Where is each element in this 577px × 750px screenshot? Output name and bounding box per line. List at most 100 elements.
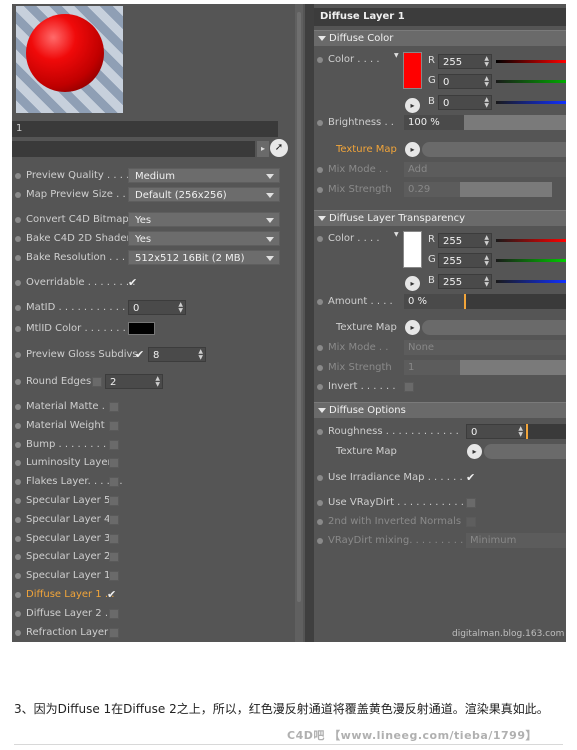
animate-dot-icon[interactable] [317,345,323,351]
animate-dot-icon[interactable] [317,384,323,390]
animate-dot-icon[interactable] [317,429,323,435]
invert-checkbox[interactable] [404,382,414,392]
brightness-slider[interactable] [464,115,566,130]
animate-dot-icon[interactable] [15,460,21,466]
layer-checkbox[interactable]: ✔ [107,589,117,600]
spinner-arrows-icon[interactable]: ▲ ▼ [518,426,523,438]
diffuse-color-swatch[interactable] [403,52,422,89]
amount-slider-handle[interactable] [464,294,466,309]
scrollbar-thumb[interactable] [297,12,301,602]
roughness-slider-handle[interactable] [526,424,528,439]
animate-dot-icon[interactable] [317,475,323,481]
spinner-arrows-icon[interactable]: ▲ ▼ [484,235,489,247]
animate-dot-icon[interactable] [15,517,21,523]
spinner-arrows-icon[interactable]: ▲ ▼ [178,302,183,314]
transparency-b-slider[interactable] [496,280,566,283]
layer-row[interactable]: Diffuse Layer 2 . . [12,606,114,622]
color-picker-icon[interactable]: ▸ [405,276,420,291]
layer-row[interactable]: Specular Layer 5 [12,493,110,509]
transparency-texture-slot[interactable] [422,320,566,335]
section-options[interactable]: Diffuse Options [314,402,566,418]
animate-dot-icon[interactable] [15,630,21,636]
diffuse-r-slider[interactable] [496,60,566,63]
path-field[interactable] [12,141,255,157]
diffuse-g-slider[interactable] [496,80,566,83]
irradiance-checkbox[interactable]: ✔ [466,472,476,483]
transparency-mix-strength-field[interactable]: 1 [404,360,460,375]
layer-row[interactable]: Specular Layer 2 [12,549,110,565]
transparency-g-slider[interactable] [496,259,566,262]
animate-dot-icon[interactable] [15,498,21,504]
animate-dot-icon[interactable] [15,423,21,429]
layer-row[interactable]: Specular Layer 1 [12,568,110,584]
animate-dot-icon[interactable] [15,442,21,448]
options-texture-slot[interactable] [484,444,566,459]
animate-dot-icon[interactable] [15,573,21,579]
transparency-r-slider[interactable] [496,239,566,242]
animate-dot-icon[interactable] [317,519,323,525]
animate-dot-icon[interactable] [317,167,323,173]
color-picker-icon[interactable]: ▸ [405,98,420,113]
layer-checkbox[interactable] [109,534,119,544]
animate-dot-icon[interactable] [15,554,21,560]
animate-dot-icon[interactable] [15,236,21,242]
layer-row[interactable]: Material Weight [12,418,105,434]
diffuse-g-field[interactable]: 0 ▲ ▼ [438,74,492,89]
transparency-mix-strength-slider[interactable] [460,360,566,375]
spinner-arrows-icon[interactable]: ▲ ▼ [198,349,203,361]
transparency-mix-mode-dropdown[interactable]: None [404,340,566,355]
map-preview-size-dropdown[interactable]: Default (256x256) [128,187,280,202]
layer-row[interactable]: Specular Layer 3 [12,531,110,547]
bake-resolution-dropdown[interactable]: 512x512 16Bit (2 MB) [128,250,280,265]
animate-dot-icon[interactable] [15,379,21,385]
layer-checkbox[interactable] [109,440,119,450]
texture-menu-icon[interactable]: ▸ [405,142,420,157]
spinner-arrows-icon[interactable]: ▲ ▼ [484,56,489,68]
roughness-slider[interactable] [526,424,566,439]
vraydirt-checkbox[interactable] [466,498,476,508]
layer-checkbox[interactable] [109,477,119,487]
animate-dot-icon[interactable] [317,538,323,544]
diffuse-b-slider[interactable] [496,101,566,104]
preview-gloss-field[interactable]: 8 ▲ ▼ [148,347,206,362]
round-edges-checkbox[interactable] [92,377,102,387]
layer-checkbox[interactable] [109,515,119,525]
mix-strength-field[interactable]: 0.29 [404,182,460,197]
spinner-arrows-icon[interactable]: ▲ ▼ [484,97,489,109]
transparency-b-field[interactable]: 255 ▲ ▼ [438,274,492,289]
animate-dot-icon[interactable] [317,120,323,126]
animate-dot-icon[interactable] [15,352,21,358]
round-edges-field[interactable]: 2 ▲ ▼ [105,374,163,389]
preview-gloss-checkbox[interactable]: ✔ [135,349,145,360]
animate-dot-icon[interactable] [15,404,21,410]
mtlid-color-swatch[interactable] [128,322,155,335]
overridable-checkbox[interactable]: ✔ [128,277,138,288]
mix-mode-dropdown[interactable]: Add [404,162,566,177]
texture-menu-icon[interactable]: ▸ [467,444,482,459]
spinner-arrows-icon[interactable]: ▲ ▼ [155,376,160,388]
animate-dot-icon[interactable] [15,255,21,261]
section-transparency[interactable]: Diffuse Layer Transparency [314,210,566,226]
transparency-g-field[interactable]: 255 ▲ ▼ [438,253,492,268]
vraydirt-mixing-dropdown[interactable]: Minimum [466,533,566,548]
browse-button[interactable]: ▸ [257,141,269,157]
spinner-arrows-icon[interactable]: ▲ ▼ [484,255,489,267]
layer-checkbox[interactable] [109,458,119,468]
layer-row[interactable]: Specular Layer 4 [12,512,110,528]
roughness-field[interactable]: 0 ▲ ▼ [466,424,526,439]
spinner-arrows-icon[interactable]: ▲ ▼ [484,76,489,88]
preview-quality-dropdown[interactable]: Medium [128,168,280,183]
brightness-field[interactable]: 100 % [404,115,464,130]
layer-checkbox[interactable] [109,421,119,431]
layer-row[interactable]: Flakes Layer. . . . . . [12,474,123,490]
layer-checkbox[interactable] [109,571,119,581]
texture-map-slot[interactable] [422,142,566,157]
transparency-color-swatch[interactable] [403,231,422,268]
animate-dot-icon[interactable] [317,57,323,63]
panel-divider[interactable] [305,4,314,642]
animate-dot-icon[interactable] [15,192,21,198]
layer-checkbox[interactable] [109,552,119,562]
layer-checkbox[interactable] [109,628,119,638]
convert-bitmaps-dropdown[interactable]: Yes [128,212,280,227]
layer-row[interactable]: Diffuse Layer 1 . . [12,587,114,603]
